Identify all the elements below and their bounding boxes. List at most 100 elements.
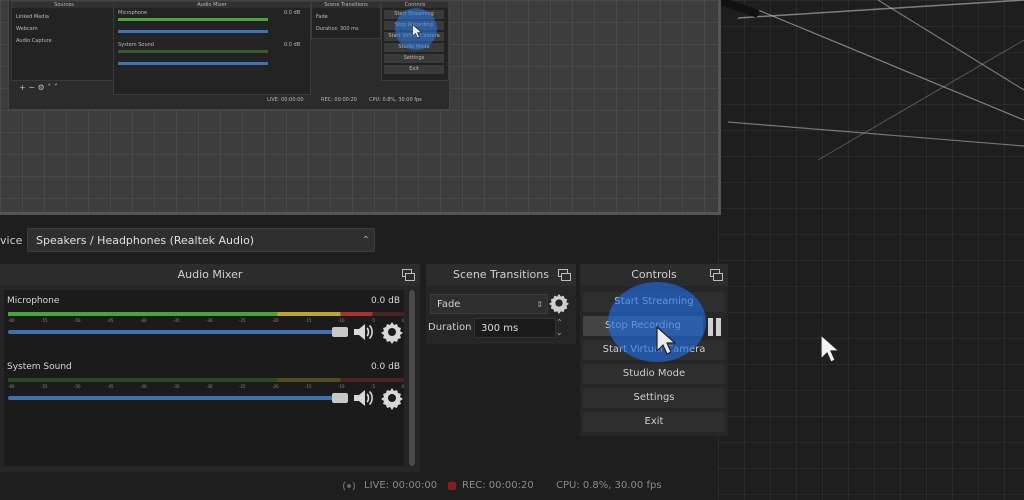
device-label: vice — [0, 234, 23, 247]
status-live: LIVE: 00:00:00 — [364, 480, 438, 491]
mini-source-item: Linked Media — [16, 14, 49, 20]
scale-tick: -60 — [8, 318, 15, 323]
channel-name: Microphone — [7, 296, 60, 306]
mini-channel-db: 0.0 dB — [284, 10, 301, 16]
scale-tick: -20 — [272, 318, 279, 323]
scene-transitions-dock: Scene Transitions Fade ⇕ Duration 300 ms… — [426, 264, 576, 344]
scale-tick: -30 — [206, 384, 213, 389]
scale-tick: -15 — [305, 384, 312, 389]
cursor-icon — [412, 24, 422, 39]
mini-duration: 300 ms — [340, 26, 359, 32]
mini-control-button: Exit — [384, 65, 444, 74]
meter-scale: -60 -55 -50 -45 -40 -35 -30 -25 -20 -15 -10 -5 0 — [8, 318, 404, 324]
mini-status-live: LIVE: 00:00:00 — [267, 97, 304, 103]
preview-canvas[interactable]: Sources Linked Media Webcam Audio Captur… — [0, 0, 721, 215]
slider-handle[interactable] — [332, 393, 348, 403]
audio-device-select[interactable]: Speakers / Headphones (Realtek Audio) ⌃⌄ — [27, 228, 375, 270]
scale-tick: -30 — [206, 318, 213, 323]
scale-tick: -35 — [173, 318, 180, 323]
channel-db: 0.0 dB — [370, 296, 400, 306]
device-value: Speakers / Headphones (Realtek Audio) — [36, 234, 255, 247]
scale-tick: -45 — [107, 384, 114, 389]
cursor-icon — [820, 334, 840, 363]
status-cpu: CPU: 0.8%, 30.00 fps — [556, 480, 662, 491]
meter-zone — [340, 378, 404, 382]
scroll-thumb[interactable] — [409, 290, 415, 466]
duration-input[interactable]: 300 ms — [474, 318, 556, 338]
scale-tick: -40 — [140, 384, 147, 389]
cursor-icon — [656, 326, 676, 355]
gear-icon[interactable] — [380, 320, 404, 344]
speaker-icon[interactable] — [352, 322, 374, 342]
mini-meter — [118, 50, 268, 53]
mini-sources-panel: Sources Linked Media Webcam Audio Captur… — [11, 1, 117, 81]
mini-meter — [118, 18, 268, 21]
mini-channel-name: Microphone — [118, 10, 148, 16]
exit-button[interactable]: Exit — [583, 412, 725, 432]
updown-icon: ⇕ — [536, 300, 543, 309]
mini-panel-title: Sources — [12, 2, 116, 8]
scale-tick: -10 — [338, 318, 345, 323]
scale-tick: -60 — [8, 384, 15, 389]
scale-tick: -55 — [41, 384, 48, 389]
scale-tick: -15 — [305, 318, 312, 323]
mini-panel-title: Audio Mixer — [114, 2, 310, 8]
mini-audio-mixer: Audio Mixer Microphone 0.0 dB System Sou… — [113, 1, 311, 95]
meter-level — [340, 312, 373, 316]
audio-mixer-title: Audio Mixer — [177, 268, 243, 281]
scale-tick: -35 — [173, 384, 180, 389]
mini-channel-name: System Sound — [118, 42, 154, 48]
mini-slider — [118, 30, 268, 33]
mixer-body: Microphone 0.0 dB -60 -55 -50 -45 -40 -35 -30 -… — [4, 290, 404, 466]
volume-meter — [8, 312, 404, 316]
transition-value: Fade — [437, 299, 461, 310]
scene-transitions-title: Scene Transitions — [453, 268, 549, 281]
meter-scale: -60 -55 -50 -45 -40 -35 -30 -25 -20 -15 -10 -5 0 — [8, 384, 404, 390]
volume-slider[interactable] — [8, 393, 348, 403]
scale-tick: -50 — [74, 318, 81, 323]
meter-level — [277, 312, 341, 316]
mini-source-item: Audio Capture — [16, 38, 52, 44]
mixer-scrollbar[interactable] — [408, 290, 416, 466]
pause-recording-icon[interactable] — [706, 318, 724, 336]
scale-tick: -25 — [239, 318, 246, 323]
scale-tick: -20 — [272, 384, 279, 389]
scale-tick: -10 — [338, 384, 345, 389]
mini-control-button: Settings — [384, 54, 444, 63]
audio-mixer-header: Audio Mixer — [0, 264, 420, 286]
mini-status-rec: REC: 00:00:20 — [321, 97, 357, 103]
rec-indicator — [448, 482, 456, 490]
float-icon[interactable] — [710, 269, 723, 281]
mini-channel-db: 0.0 dB — [284, 42, 301, 48]
mini-source-item: Webcam — [16, 26, 38, 32]
float-icon[interactable] — [402, 269, 415, 281]
controls-title: Controls — [631, 268, 677, 281]
channel-microphone: Microphone 0.0 dB -60 -55 -50 -45 -40 -35 -30 -… — [4, 294, 404, 358]
meter-level — [8, 312, 278, 316]
gear-icon[interactable] — [548, 292, 570, 314]
mini-scene-transitions: Scene Transitions Fade Duration 300 ms — [311, 1, 381, 39]
scale-tick: -25 — [239, 384, 246, 389]
float-icon[interactable] — [558, 269, 571, 281]
studio-mode-button[interactable]: Studio Mode — [583, 364, 725, 384]
channel-db: 0.0 dB — [370, 362, 400, 372]
volume-slider[interactable] — [8, 327, 348, 337]
mini-transition: Fade — [316, 14, 328, 20]
mini-obs-window: Sources Linked Media Webcam Audio Captur… — [8, 0, 450, 110]
status-rec: REC: 00:00:20 — [462, 480, 534, 491]
meter-zone — [277, 378, 341, 382]
duration-value: 300 ms — [481, 323, 519, 334]
settings-button[interactable]: Settings — [583, 388, 725, 408]
slider-handle[interactable] — [332, 327, 348, 337]
duration-stepper[interactable]: ⌃ ⌄ — [556, 318, 563, 338]
transition-select[interactable]: Fade ⇕ — [430, 294, 548, 314]
scale-tick: -50 — [74, 384, 81, 389]
mini-source-toolbar: + − ⚙ ˄ ˅ — [19, 83, 58, 92]
gear-icon[interactable] — [380, 386, 404, 410]
scale-tick: -55 — [41, 318, 48, 323]
channel-system-sound: System Sound 0.0 dB -60 -55 -50 -45 -40 -35 -3… — [4, 360, 404, 424]
live-icon — [342, 481, 356, 491]
mini-status-cpu: CPU: 0.8%, 30.00 fps — [369, 97, 422, 103]
speaker-icon[interactable] — [352, 388, 374, 408]
volume-meter — [8, 378, 404, 382]
